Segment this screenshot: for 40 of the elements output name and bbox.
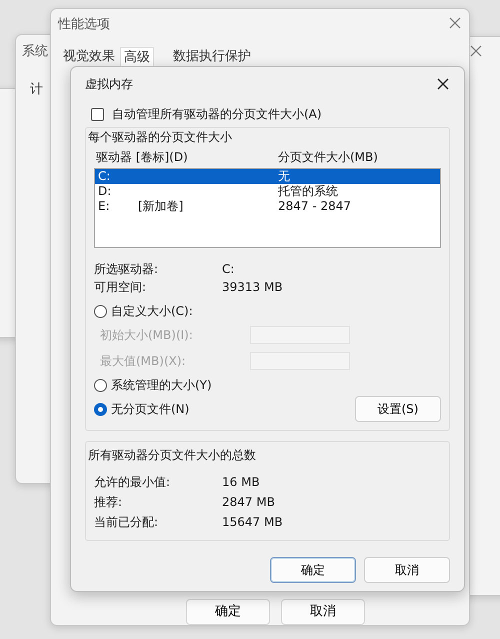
- group-title: 所有驱动器分页文件大小的总数: [88, 447, 257, 464]
- radio-label[interactable]: 系统管理的大小(Y): [111, 376, 212, 394]
- column-header: 分页文件大小(MB): [278, 149, 378, 166]
- info-label: 所选驱动器:: [94, 261, 160, 278]
- total-value: 2847 MB: [222, 494, 275, 511]
- window-text: 计: [30, 81, 43, 99]
- total-value: 16 MB: [222, 474, 260, 491]
- list-row[interactable]: C: 无: [95, 169, 440, 184]
- checkbox-label[interactable]: 自动管理所有驱动器的分页文件大小(A): [112, 105, 322, 123]
- column-header: 驱动器 [卷标](D): [96, 149, 189, 166]
- close-icon[interactable]: [436, 77, 450, 91]
- dialog-button[interactable]: 确定: [186, 599, 270, 625]
- info-label: 可用空间:: [94, 279, 148, 296]
- total-label: 允许的最小值:: [94, 474, 172, 491]
- ok-button[interactable]: 确定: [270, 557, 356, 583]
- window-title: 系统: [22, 43, 48, 61]
- window-title: 性能选项: [58, 16, 110, 34]
- radio-button[interactable]: [94, 304, 107, 318]
- list-row[interactable]: D: 托管的系统: [95, 184, 440, 199]
- field-label: 初始大小(MB)(I):: [100, 327, 194, 344]
- radio-label[interactable]: 无分页文件(N): [111, 400, 190, 418]
- radio-label[interactable]: 自定义大小(C):: [111, 302, 193, 320]
- radio-button[interactable]: [94, 402, 107, 416]
- settings-button[interactable]: 设置(S): [355, 396, 441, 422]
- group-title: 每个驱动器的分页文件大小: [88, 129, 233, 146]
- checkbox[interactable]: [91, 108, 104, 120]
- list-row[interactable]: E: [新加卷] 2847 - 2847: [95, 199, 440, 214]
- total-label: 推荐:: [94, 494, 124, 511]
- field-label: 最大值(MB)(X):: [100, 353, 187, 370]
- tab[interactable]: 高级: [120, 47, 154, 68]
- radio-button[interactable]: [94, 378, 107, 392]
- info-value: C:: [222, 261, 234, 278]
- tab[interactable]: 数据执行保护: [170, 47, 254, 66]
- total-value: 15647 MB: [222, 514, 283, 531]
- dialog-button[interactable]: 取消: [281, 599, 365, 625]
- tab[interactable]: 视觉效果: [60, 47, 118, 66]
- dialog-title: 虚拟内存: [85, 76, 133, 93]
- info-value: 39313 MB: [222, 279, 283, 296]
- cancel-button[interactable]: 取消: [364, 557, 450, 583]
- total-label: 当前已分配:: [94, 514, 160, 531]
